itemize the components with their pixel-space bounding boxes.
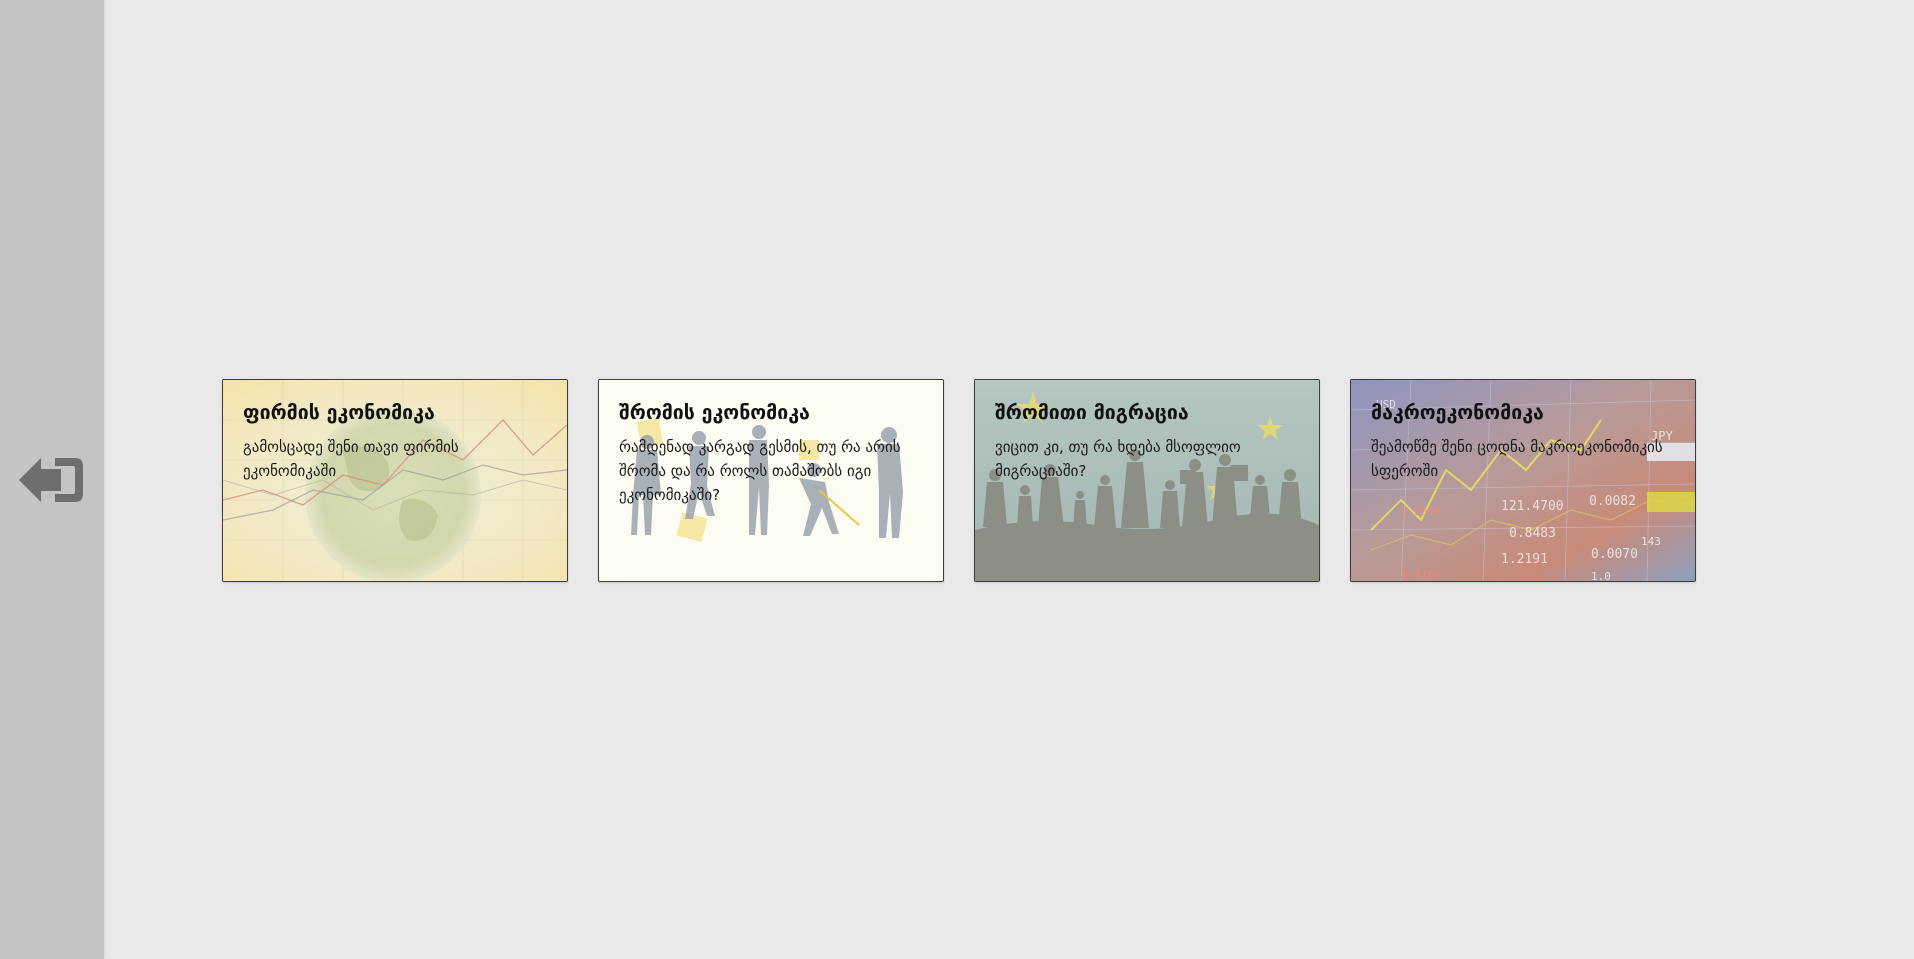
card-content: მაკროეკონომიკა შეამოწმე შენი ცოდნა მაკრო… <box>1371 400 1677 483</box>
ticker-value: 121.4700 <box>1501 499 1564 514</box>
logout-button[interactable] <box>17 452 87 508</box>
card-description: ვიცით კი, თუ რა ხდება მსოფლიო მიგრაციაში… <box>995 438 1241 480</box>
quiz-card-list: ფირმის ეკონომიკა გამოსცადე შენი თავი ფირ… <box>222 379 1696 582</box>
card-content: შრომის ეკონომიკა რამდენად კარგად გესმის,… <box>619 400 925 507</box>
quiz-card-macroeconomics[interactable]: USD JPY 121.4700 0.0082 0.5598 0.8483 1.… <box>1350 379 1696 582</box>
quiz-card-labor-migration[interactable]: შრომითი მიგრაცია ვიცით კი, თუ რა ხდება მ… <box>974 379 1320 582</box>
card-content: შრომითი მიგრაცია ვიცით კი, თუ რა ხდება მ… <box>995 400 1301 483</box>
card-description: შეამოწმე შენი ცოდნა მაკროეკონომიკის სფერ… <box>1371 438 1663 480</box>
ticker-value: 1.2191 <box>1501 552 1548 567</box>
ticker-value: 0.8483 <box>1509 526 1556 541</box>
ticker-value: 143 <box>1641 535 1661 548</box>
ticker-value: 0.0082 <box>1589 494 1636 509</box>
card-title: შრომის ეკონომიკა <box>619 401 810 424</box>
ticker-value: 1.0 <box>1591 570 1611 581</box>
card-content: ფირმის ეკონომიკა გამოსცადე შენი თავი ფირ… <box>243 400 549 483</box>
ticker-value: 0.9166 <box>1401 568 1441 581</box>
card-description: რამდენად კარგად გესმის, თუ რა არის შრომა… <box>619 438 901 504</box>
quiz-card-labor-economics[interactable]: შრომის ეკონომიკა რამდენად კარგად გესმის,… <box>598 379 944 582</box>
card-title: ფირმის ეკონომიკა <box>243 401 435 424</box>
sidebar <box>0 0 104 959</box>
quiz-card-firm-economics[interactable]: ფირმის ეკონომიკა გამოსცადე შენი თავი ფირ… <box>222 379 568 582</box>
ticker-value: 0.0070 <box>1591 547 1638 562</box>
card-title: შრომითი მიგრაცია <box>995 401 1189 424</box>
ticker-value: 0.5598 <box>1401 505 1441 518</box>
card-description: გამოსცადე შენი თავი ფირმის ეკონომიკაში <box>243 438 459 480</box>
sign-out-arrow-icon <box>19 458 83 502</box>
card-title: მაკროეკონომიკა <box>1371 401 1544 424</box>
